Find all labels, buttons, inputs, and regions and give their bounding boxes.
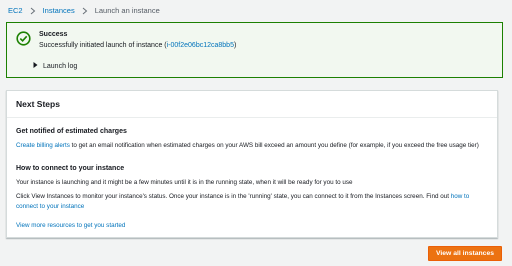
next-steps-title: Next Steps — [16, 99, 60, 109]
connect-section-title: How to connect to your instance — [16, 165, 125, 172]
billing-section-body: to get an email notification when estima… — [69, 142, 479, 149]
view-more-resources-link[interactable]: View more resources to get you started — [16, 221, 490, 231]
launch-log-label: Launch log — [43, 62, 78, 70]
billing-section-text: Create billing alerts to get an email no… — [16, 141, 490, 151]
breadcrumb-ec2[interactable]: EC2 — [8, 6, 23, 15]
next-steps-panel: Next Steps Get notified of estimated cha… — [6, 90, 498, 238]
success-message: Successfully initiated launch of instanc… — [39, 42, 236, 49]
instance-id-link[interactable]: i-00f2e06bc12ca8bb5 — [167, 42, 234, 49]
billing-section-title: Get notified of estimated charges — [16, 128, 127, 135]
breadcrumb: EC2 Instances Launch an instance — [8, 6, 160, 15]
caret-right-icon — [33, 62, 38, 70]
create-billing-alerts-link[interactable]: Create billing alerts — [16, 142, 70, 149]
launch-log-toggle[interactable]: Launch log — [33, 62, 77, 70]
success-message-prefix: Successfully initiated launch of instanc… — [39, 41, 167, 49]
chevron-right-icon — [81, 7, 89, 15]
success-title: Success — [39, 31, 68, 38]
chevron-right-icon — [29, 7, 37, 15]
connect-section-text-2: Click View Instances to monitor your ins… — [16, 192, 490, 211]
success-message-suffix: ) — [233, 41, 237, 49]
connect-section-body: Click View Instances to monitor your ins… — [16, 193, 451, 200]
connect-section-text-1: Your instance is launching and it might … — [16, 179, 353, 186]
view-all-instances-button[interactable]: View all instances — [428, 246, 502, 261]
check-circle-icon — [16, 31, 31, 46]
breadcrumb-instances[interactable]: Instances — [43, 6, 75, 15]
next-steps-header: Next Steps — [7, 91, 497, 118]
success-alert: Success Successfully initiated launch of… — [6, 22, 503, 78]
breadcrumb-current: Launch an instance — [94, 6, 160, 15]
